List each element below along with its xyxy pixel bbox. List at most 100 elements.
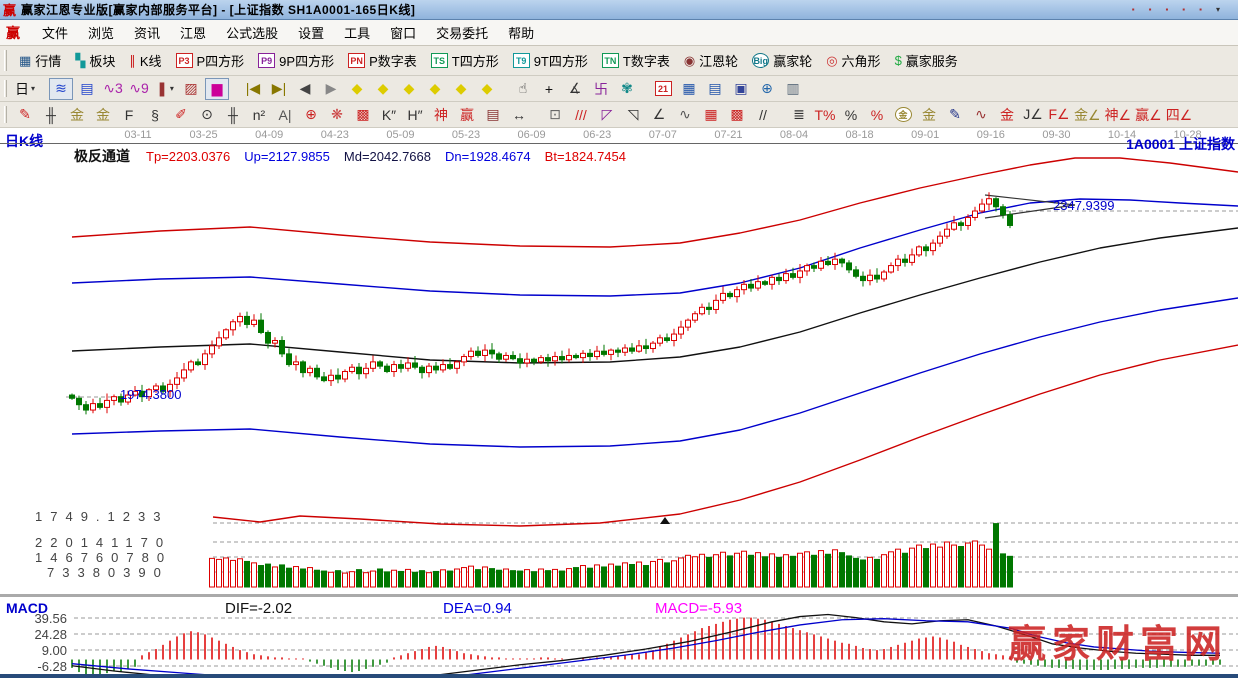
- tool-h-quote-tool[interactable]: H″: [403, 104, 427, 126]
- toolbar-button-9p-square[interactable]: P9 9P四方形: [251, 48, 341, 73]
- tool-percent-line-tool[interactable]: %: [865, 104, 889, 126]
- menu-item-news[interactable]: 资讯: [124, 20, 170, 45]
- tool-pattern-box[interactable]: ▨: [179, 78, 203, 100]
- tool-zoom-right-diamond[interactable]: ◆: [371, 78, 395, 100]
- tool-zoom-left-diamond[interactable]: ◆: [345, 78, 369, 100]
- tool-parallel-tool[interactable]: //: [751, 104, 775, 126]
- tool-last-page[interactable]: ▶|: [267, 78, 291, 100]
- tool-k-quote-tool[interactable]: K″: [377, 104, 401, 126]
- toolbar-button-winner-service[interactable]: $ 赢家服务: [888, 48, 965, 73]
- tool-gold-red-tool[interactable]: 金: [995, 104, 1019, 126]
- menu-item-help[interactable]: 帮助: [498, 20, 544, 45]
- tool-width-tool[interactable]: ↔: [507, 104, 531, 126]
- tool-gold-line-tool[interactable]: 金: [917, 104, 941, 126]
- tool-zoom-in-diamond[interactable]: ◆: [423, 78, 447, 100]
- tool-circle-cross-tool[interactable]: ⊕: [299, 104, 323, 126]
- tool-angle-lines-tool[interactable]: ∠: [647, 104, 671, 126]
- toolbar-button-hexagon[interactable]: ◎ 六角形: [819, 48, 887, 73]
- tool-star-web-tool[interactable]: ❋: [325, 104, 349, 126]
- tool-next-page[interactable]: ▶: [319, 78, 343, 100]
- tool-star-box-tool[interactable]: ▩: [351, 104, 375, 126]
- tool-f-tool[interactable]: F: [117, 104, 141, 126]
- menu-item-tools[interactable]: 工具: [334, 20, 380, 45]
- toolbar-button-gann-wheel[interactable]: ◉ 江恩轮: [677, 48, 745, 73]
- tool-gold-angle-tool[interactable]: 金∠: [1073, 104, 1102, 126]
- tool-first-page[interactable]: |◀: [241, 78, 265, 100]
- tool-wave-red-tool[interactable]: ∿: [969, 104, 993, 126]
- toolbar-button-sectors[interactable]: ▚ 板块: [68, 48, 122, 73]
- toolbar-button-p-square[interactable]: P3 P四方形: [169, 48, 252, 73]
- tool-zigzag-tool[interactable]: ≋: [49, 77, 73, 100]
- tool-spiral-tool[interactable]: §: [143, 104, 167, 126]
- tool-send-pc[interactable]: ▥: [781, 78, 805, 100]
- tool-fan-box-dark-tool[interactable]: ◹: [621, 104, 645, 126]
- tool-expand-diamond[interactable]: ◆: [449, 78, 473, 100]
- tool-grid-red-tool[interactable]: ▦: [699, 104, 723, 126]
- menu-item-trade[interactable]: 交易委托: [426, 20, 498, 45]
- tool-f-angle-tool[interactable]: F∠: [1047, 104, 1071, 126]
- tool-calculator[interactable]: ▦: [677, 78, 701, 100]
- tool-knot-tool[interactable]: ✾: [615, 78, 639, 100]
- tool-zoom-out-diamond[interactable]: ◆: [397, 78, 421, 100]
- tool-histogram-tool[interactable]: ▆: [205, 77, 229, 100]
- tool-brush-blue-tool[interactable]: ✎: [943, 104, 967, 126]
- menu-item-formula-pick[interactable]: 公式选股: [216, 20, 288, 45]
- toolbar-button-quotes[interactable]: ▦ 行情: [12, 48, 68, 73]
- tool-save[interactable]: ▣: [729, 78, 753, 100]
- menu-item-file[interactable]: 文件: [32, 20, 78, 45]
- tool-notes[interactable]: ▤: [703, 78, 727, 100]
- tool-pencil-tool[interactable]: ✎: [13, 104, 37, 126]
- tool-t-percent-tool[interactable]: T%: [813, 104, 837, 126]
- tool-info-doc[interactable]: ▤: [75, 78, 99, 100]
- tool-si-angle-tool[interactable]: 四∠: [1165, 104, 1194, 126]
- tool-fan-box-purple-tool[interactable]: ◸: [595, 104, 619, 126]
- tool-clock-circle-tool[interactable]: ⊙: [195, 104, 219, 126]
- toolbar-button-9t-square[interactable]: T9 9T四方形: [506, 48, 595, 73]
- toolbar-button-winner-wheel[interactable]: Big 赢家轮: [745, 48, 819, 73]
- tool-comb-tool-2[interactable]: ╫: [221, 104, 245, 126]
- tool-shen-tool[interactable]: 神: [429, 104, 453, 126]
- tool-brush-tool[interactable]: ✐: [169, 104, 193, 126]
- tool-comb-tool[interactable]: ╫: [39, 104, 63, 126]
- macd-scale-tick: 39.56: [34, 611, 67, 626]
- tool-j-angle-tool[interactable]: J∠: [1021, 104, 1045, 126]
- tool-calendar[interactable]: 21: [651, 78, 675, 100]
- menu-item-settings[interactable]: 设置: [288, 20, 334, 45]
- tool-shen-angle-tool[interactable]: 神∠: [1104, 104, 1133, 126]
- date-tick: 05-09: [386, 129, 415, 141]
- menu-item-window[interactable]: 窗口: [380, 20, 426, 45]
- tool-hand-tool[interactable]: ☝: [511, 78, 535, 100]
- tool-gold-circle-tool[interactable]: 金: [891, 104, 915, 126]
- toolbar-button-kline[interactable]: ∥ K线: [122, 48, 168, 73]
- tool-angle-tool[interactable]: ∡: [563, 78, 587, 100]
- tool-percent-tool[interactable]: %: [839, 104, 863, 126]
- tool-crosshair-tool[interactable]: +: [537, 78, 561, 100]
- tool-gann-shape-tool[interactable]: 卐: [589, 78, 613, 100]
- toolbar-button-p-table[interactable]: PN P数字表: [341, 48, 424, 73]
- chart-area[interactable]: 日K线 03-11 03-25 04-09 04-23 05-09 05-23 06-09 0…: [0, 128, 1238, 674]
- menu-item-gann[interactable]: 江恩: [170, 20, 216, 45]
- titlebar-decor-icons[interactable]: ▪ ▪ ▪ ▪ ▪ ▾: [1132, 5, 1220, 14]
- tool-a-line-tool[interactable]: A|: [273, 104, 297, 126]
- toolbar-button-t-table[interactable]: TN T数字表: [595, 48, 677, 73]
- tool-fan-red-tool[interactable]: ///: [569, 104, 593, 126]
- tool-gann-gold-1[interactable]: 金: [65, 104, 89, 126]
- tool-minute-3[interactable]: ∿3: [101, 78, 125, 100]
- tool-n-square-tool[interactable]: n²: [247, 104, 271, 126]
- tool-network[interactable]: ⊕: [755, 78, 779, 100]
- tool-minute-9[interactable]: ∿9: [127, 78, 151, 100]
- toolbar-button-t-square[interactable]: TS T四方形: [424, 48, 506, 73]
- tool-wave-tool[interactable]: ∿: [673, 104, 697, 126]
- tool-price-ladder-tool[interactable]: ≣: [787, 104, 811, 126]
- tool-move-diamond[interactable]: ◆: [475, 78, 499, 100]
- tool-prev-page[interactable]: ◀: [293, 78, 317, 100]
- tool-candle-tool[interactable]: ❚ ▾: [153, 78, 177, 100]
- tool-gann-gold-2[interactable]: 金: [91, 104, 115, 126]
- tool-period-day[interactable]: 日 ▾: [13, 78, 37, 100]
- tool-square-tool[interactable]: ⊡: [543, 104, 567, 126]
- tool-ying-angle-tool[interactable]: 赢∠: [1134, 104, 1163, 126]
- menu-item-browse[interactable]: 浏览: [78, 20, 124, 45]
- tool-ying-tool[interactable]: 赢: [455, 104, 479, 126]
- tool-grid-arrow-tool[interactable]: ▩: [725, 104, 749, 126]
- tool-abacus-tool[interactable]: ▤: [481, 104, 505, 126]
